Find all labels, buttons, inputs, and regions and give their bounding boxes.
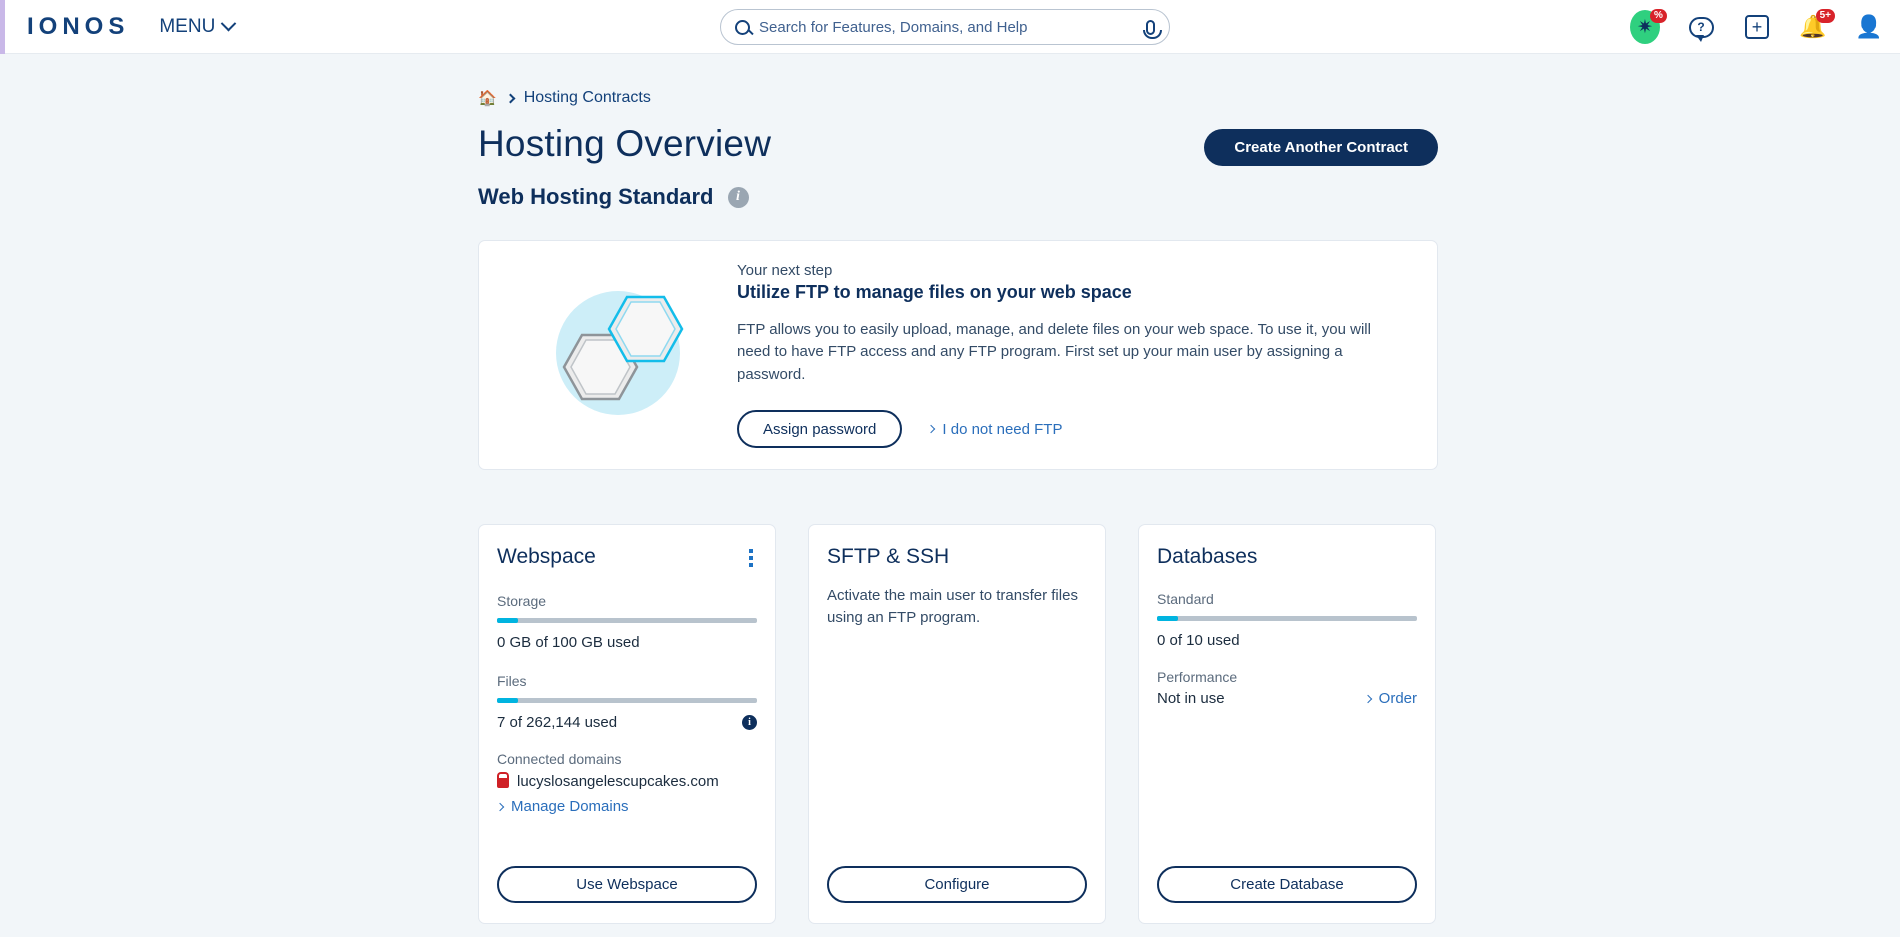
- connected-domains-label: Connected domains: [497, 751, 622, 767]
- page-header: Hosting Overview Create Another Contract: [478, 123, 1438, 166]
- create-database-button[interactable]: Create Database: [1157, 866, 1417, 903]
- plus-icon: +: [1745, 15, 1769, 39]
- standard-label: Standard: [1157, 591, 1214, 607]
- card-sftp-footer: Configure: [827, 866, 1087, 923]
- storage-progress-bar: [497, 618, 757, 623]
- card-sftp-description: Activate the main user to transfer files…: [827, 587, 1078, 626]
- chevron-right-icon: [927, 425, 936, 434]
- deals-badge: %: [1650, 9, 1667, 23]
- top-navigation-bar: IONOS MENU ✷ % ? + 🔔 5+ 👤: [0, 0, 1900, 54]
- page-body: 🏠 Hosting Contracts Hosting Overview Cre…: [0, 54, 1900, 937]
- files-progress-bar: [497, 698, 757, 703]
- card-webspace: Webspace Storage 0 GB of 100 GB used Fil…: [478, 524, 776, 924]
- manage-domains-label: Manage Domains: [511, 798, 629, 815]
- service-cards-row: Webspace Storage 0 GB of 100 GB used Fil…: [478, 524, 1438, 924]
- lock-icon: [497, 772, 509, 788]
- main-menu-label: MENU: [159, 15, 216, 37]
- connected-domain-row: lucyslosangelescupcakes.com: [497, 772, 757, 790]
- next-step-actions: Assign password I do not need FTP: [737, 410, 1401, 449]
- standard-value-row: 0 of 10 used: [1157, 632, 1417, 649]
- configure-button[interactable]: Configure: [827, 866, 1087, 903]
- next-step-text: FTP allows you to easily upload, manage,…: [737, 320, 1371, 383]
- storage-label: Storage: [497, 593, 547, 609]
- files-value: 7 of 262,144 used: [497, 714, 618, 731]
- help-question-icon: ?: [1688, 16, 1714, 42]
- manage-domains-link[interactable]: Manage Domains: [495, 798, 757, 815]
- next-step-card: Your next step Utilize FTP to manage fil…: [478, 240, 1438, 470]
- files-label: Files: [497, 673, 527, 689]
- help-button[interactable]: ?: [1686, 12, 1716, 42]
- user-account-icon: 👤: [1855, 14, 1883, 39]
- files-info-icon[interactable]: i: [742, 715, 757, 730]
- card-databases-header: Databases: [1157, 545, 1417, 569]
- deals-button[interactable]: ✷ %: [1630, 9, 1667, 44]
- page-title: Hosting Overview: [478, 123, 772, 164]
- order-link-label: Order: [1378, 690, 1417, 707]
- card-webspace-header: Webspace: [497, 545, 757, 571]
- info-icon[interactable]: i: [727, 186, 749, 208]
- microphone-icon[interactable]: [1143, 19, 1162, 39]
- chevron-right-icon: [1363, 694, 1372, 703]
- chevron-right-icon: [495, 802, 505, 811]
- storage-value: 0 GB of 100 GB used: [497, 634, 640, 651]
- contract-subtitle-row: Web Hosting Standard i: [478, 184, 1438, 210]
- breadcrumb: 🏠 Hosting Contracts: [478, 89, 1438, 107]
- assign-password-button[interactable]: Assign password: [737, 410, 903, 449]
- next-step-body: Your next step Utilize FTP to manage fil…: [737, 262, 1419, 449]
- no-ftp-link-label: I do not need FTP: [942, 420, 1063, 438]
- search-input[interactable]: [759, 18, 1146, 36]
- files-value-row: 7 of 262,144 used i: [497, 714, 757, 731]
- notifications-button[interactable]: 🔔 5+: [1798, 9, 1835, 42]
- create-another-contract-button[interactable]: Create Another Contract: [1204, 129, 1438, 166]
- card-sftp-title: SFTP & SSH: [827, 545, 950, 568]
- card-sftp-header: SFTP & SSH: [827, 545, 1087, 569]
- performance-label: Performance: [1157, 669, 1238, 685]
- accent-edge: [0, 0, 5, 54]
- ionos-logo[interactable]: IONOS: [27, 13, 129, 41]
- card-databases-title: Databases: [1157, 545, 1258, 568]
- connected-domain-name: lucyslosangelescupcakes.com: [517, 773, 719, 790]
- chevron-right-icon: [505, 93, 516, 103]
- main-menu-button[interactable]: MENU: [159, 15, 237, 38]
- add-button[interactable]: +: [1742, 12, 1772, 42]
- performance-value: Not in use: [1157, 690, 1225, 707]
- hexagons-svg: [556, 291, 684, 415]
- use-webspace-button[interactable]: Use Webspace: [497, 866, 757, 903]
- home-icon[interactable]: 🏠: [478, 89, 497, 107]
- card-webspace-title: Webspace: [497, 545, 596, 568]
- content-column: 🏠 Hosting Contracts Hosting Overview Cre…: [478, 54, 1438, 924]
- standard-value: 0 of 10 used: [1157, 632, 1240, 649]
- global-search[interactable]: [720, 9, 1170, 45]
- no-ftp-link[interactable]: I do not need FTP: [927, 420, 1063, 438]
- breadcrumb-item-hosting-contracts[interactable]: Hosting Contracts: [524, 89, 651, 107]
- order-performance-link[interactable]: Order: [1363, 690, 1417, 707]
- kebab-menu-icon[interactable]: [745, 545, 757, 571]
- next-step-heading: Utilize FTP to manage files on your web …: [737, 281, 1132, 302]
- standard-progress-fill: [1157, 616, 1178, 621]
- card-databases-footer: Create Database: [1157, 866, 1417, 923]
- search-icon: [735, 19, 750, 35]
- files-progress-fill: [497, 698, 518, 703]
- storage-value-row: 0 GB of 100 GB used: [497, 634, 757, 651]
- standard-progress-bar: [1157, 616, 1417, 621]
- top-bar-actions: ✷ % ? + 🔔 5+ 👤: [1630, 0, 1884, 54]
- hexagons-illustration: [497, 275, 737, 435]
- card-databases: Databases Standard 0 of 10 used Performa…: [1138, 524, 1436, 924]
- next-step-eyebrow: Your next step: [737, 261, 833, 279]
- account-button[interactable]: 👤: [1854, 12, 1884, 42]
- storage-progress-fill: [497, 618, 518, 623]
- card-webspace-footer: Use Webspace: [497, 866, 757, 923]
- card-sftp-ssh: SFTP & SSH Activate the main user to tra…: [808, 524, 1106, 924]
- performance-row: Not in use Order: [1157, 690, 1417, 707]
- contract-name: Web Hosting Standard: [478, 184, 714, 209]
- chevron-down-icon: [221, 15, 237, 32]
- notifications-badge: 5+: [1815, 9, 1835, 23]
